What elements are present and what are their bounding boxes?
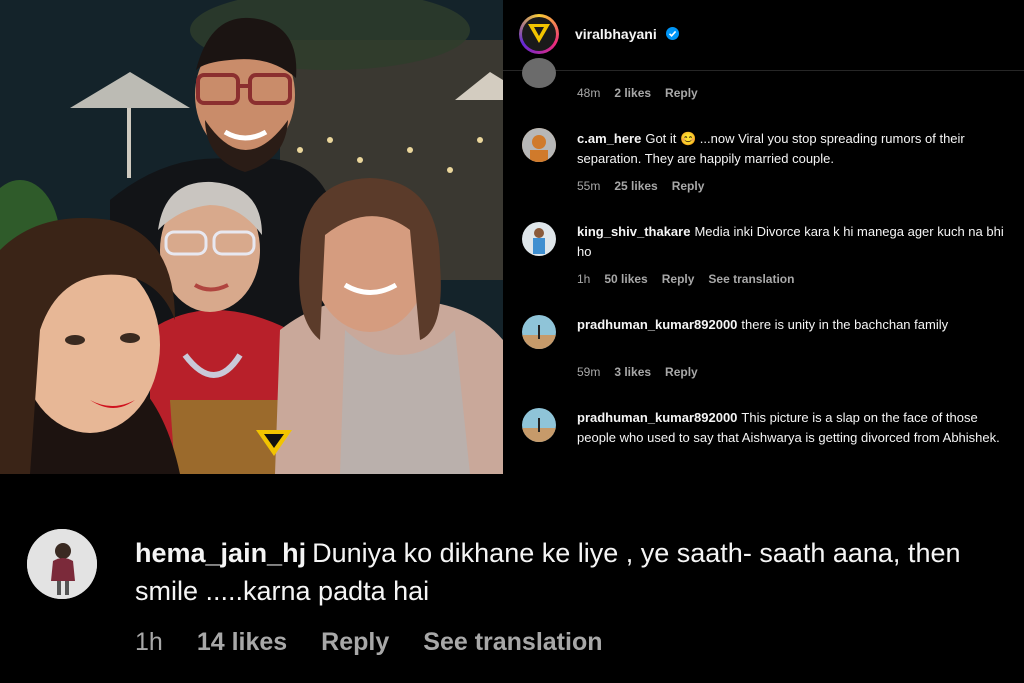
comment-likes[interactable]: 3 likes — [614, 365, 651, 379]
comment-meta: 48m 2 likes Reply — [577, 86, 698, 100]
featured-comment-text: hema_jain_hj Duniya ko dikhane ke liye , … — [135, 534, 995, 610]
commenter-avatar[interactable] — [27, 529, 97, 599]
comment-meta: 1h 50 likes Reply See translation — [577, 272, 794, 286]
comments-panel: viralbhayani 48m 2 likes Reply c.am_here… — [503, 0, 1024, 474]
see-translation-link[interactable]: See translation — [708, 272, 794, 286]
comment-text: pradhuman_kumar892000 there is unity in t… — [577, 315, 1007, 335]
comment-username[interactable]: hema_jain_hj — [135, 538, 306, 568]
reply-button[interactable]: Reply — [672, 179, 705, 193]
comment-username[interactable]: pradhuman_kumar892000 — [577, 317, 737, 332]
comment-body: there is unity in the bachchan family — [741, 317, 949, 332]
featured-comment: hema_jain_hj Duniya ko dikhane ke liye , … — [0, 474, 1024, 683]
comment-meta: 55m 25 likes Reply — [577, 179, 704, 193]
post-photo[interactable] — [0, 0, 503, 474]
comment-text: pradhuman_kumar892000 This picture is a s… — [577, 408, 1007, 448]
comment-meta: 1h 14 likes Reply See translation — [135, 628, 603, 657]
verified-badge-icon — [666, 27, 679, 40]
account-name[interactable]: viralbhayani — [575, 26, 657, 42]
comment-text: king_shiv_thakare Media inki Divorce kara… — [577, 222, 1007, 262]
comment-likes[interactable]: 2 likes — [614, 86, 651, 100]
comment-time: 59m — [577, 365, 601, 379]
comment-username[interactable]: king_shiv_thakare — [577, 224, 690, 239]
reply-button[interactable]: Reply — [662, 272, 695, 286]
photo-illustration — [0, 0, 503, 474]
see-translation-link[interactable]: See translation — [423, 628, 602, 657]
comment-text: c.am_here Got it 😊 ...now Viral you stop … — [577, 129, 1007, 169]
commenter-avatar[interactable] — [522, 58, 556, 88]
post-header: viralbhayani — [503, 0, 1024, 71]
comment-time: 55m — [577, 179, 601, 193]
commenter-avatar[interactable] — [522, 128, 556, 162]
comment-username[interactable]: c.am_here — [577, 131, 641, 146]
comment-time: 1h — [135, 628, 163, 656]
commenter-avatar[interactable] — [522, 222, 556, 256]
reply-button[interactable]: Reply — [321, 628, 389, 657]
comment-likes[interactable]: 25 likes — [614, 179, 657, 193]
commenter-avatar[interactable] — [522, 408, 556, 442]
reply-button[interactable]: Reply — [665, 86, 698, 100]
comment-likes[interactable]: 14 likes — [197, 628, 287, 657]
comment-time: 48m — [577, 86, 601, 100]
comment-username[interactable]: pradhuman_kumar892000 — [577, 410, 737, 425]
commenter-avatar[interactable] — [522, 315, 556, 349]
account-logo-icon — [522, 17, 556, 51]
account-avatar[interactable] — [519, 14, 559, 54]
reply-button[interactable]: Reply — [665, 365, 698, 379]
comment-meta: 59m 3 likes Reply — [577, 365, 698, 379]
comment-time: 1h — [577, 272, 591, 286]
comment-likes[interactable]: 50 likes — [604, 272, 647, 286]
